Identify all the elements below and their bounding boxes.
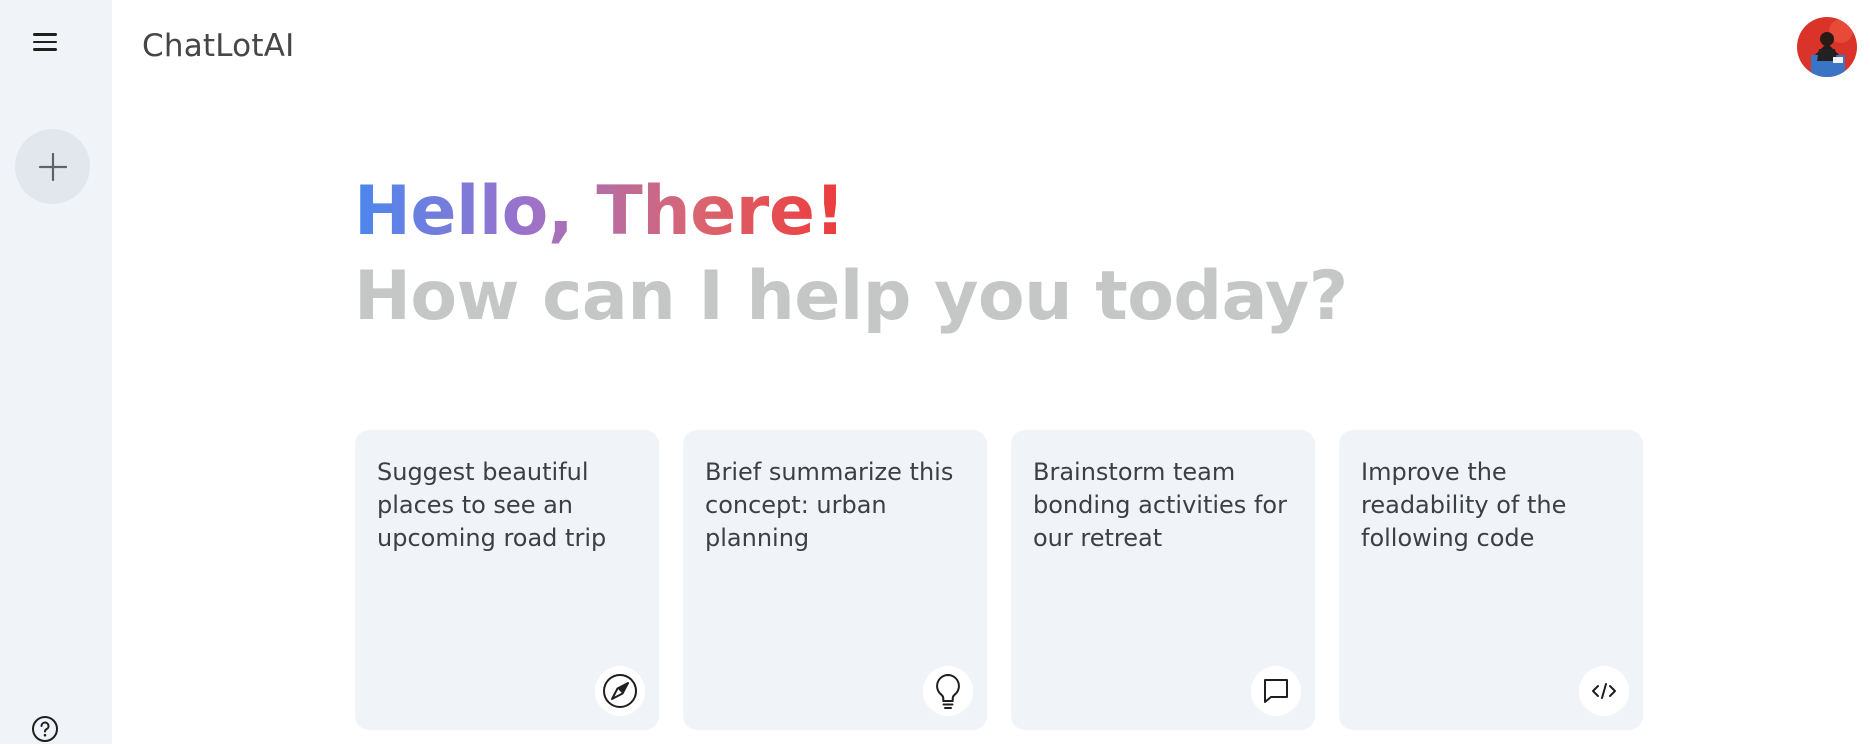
- plus-icon: [38, 152, 67, 181]
- user-avatar[interactable]: [1797, 17, 1857, 77]
- greeting-subtitle: How can I help you today?: [354, 257, 1348, 336]
- app-title: ChatLotAI: [142, 28, 295, 64]
- help-icon[interactable]: [31, 715, 59, 743]
- greeting-title: Hello, There!: [354, 172, 845, 251]
- suggestion-text: Brief summarize this concept: urban plan…: [705, 458, 954, 552]
- menu-icon[interactable]: [27, 27, 63, 57]
- compass-icon: [603, 674, 637, 708]
- suggestion-card-team-bonding[interactable]: Brainstorm team bonding activities for o…: [1011, 430, 1315, 730]
- new-chat-button[interactable]: [15, 129, 90, 204]
- lightbulb-icon: [936, 674, 960, 709]
- suggestion-text: Brainstorm team bonding activities for o…: [1033, 458, 1287, 552]
- suggestion-card-code-readability[interactable]: Improve the readability of the following…: [1339, 430, 1643, 730]
- suggestion-text: Improve the readability of the following…: [1361, 458, 1567, 552]
- sidebar: [0, 0, 112, 744]
- code-icon: [1592, 683, 1616, 699]
- suggestion-card-urban-planning[interactable]: Brief summarize this concept: urban plan…: [683, 430, 987, 730]
- suggestion-card-road-trip[interactable]: Suggest beautiful places to see an upcom…: [355, 430, 659, 730]
- suggestion-text: Suggest beautiful places to see an upcom…: [377, 458, 607, 552]
- chat-bubble-icon: [1264, 679, 1288, 703]
